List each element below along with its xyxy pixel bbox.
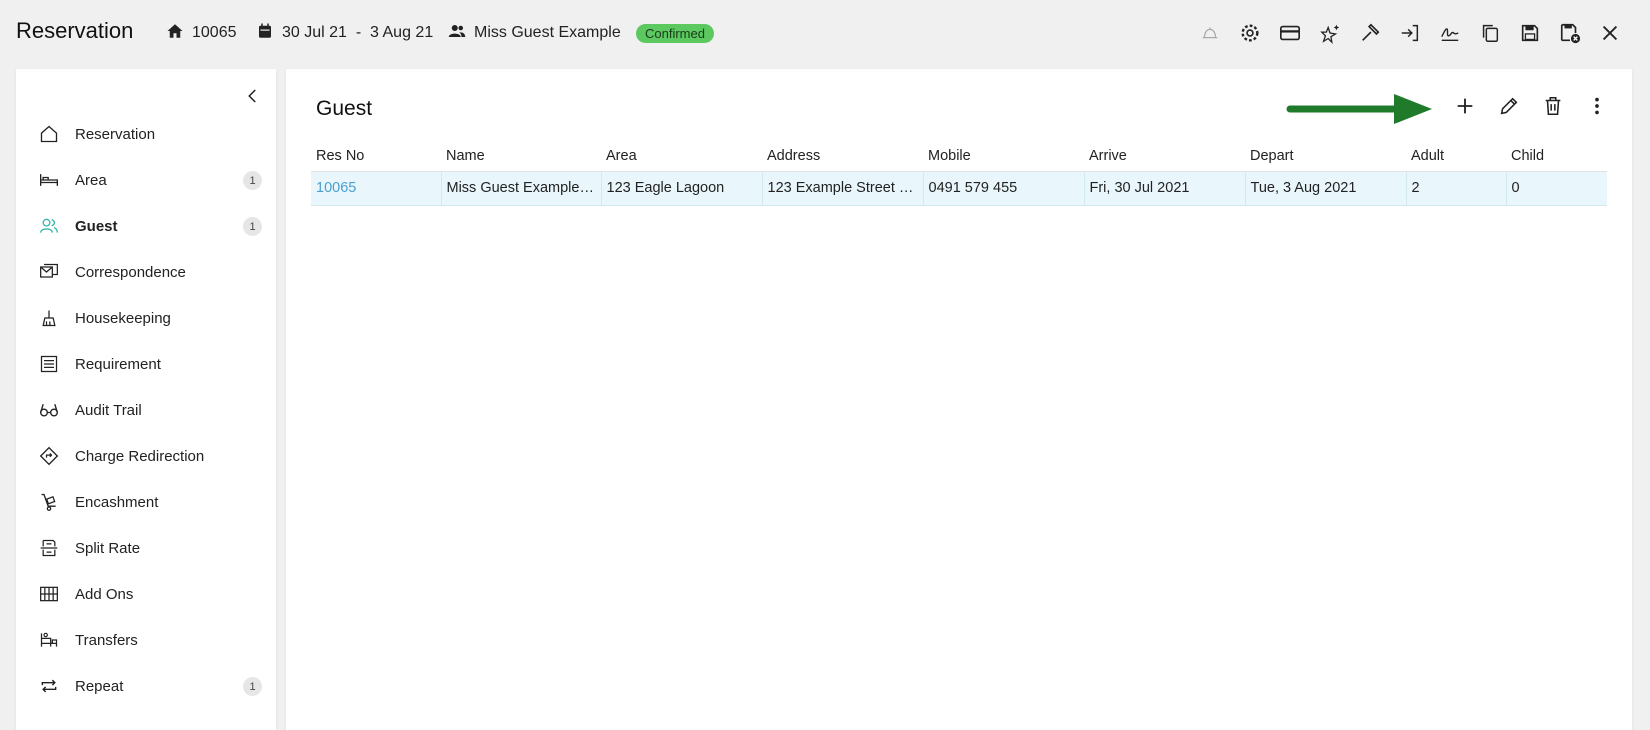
- sidebar-item-label: Split Rate: [75, 539, 141, 557]
- sidebar-item-guest[interactable]: Guest 1: [16, 203, 276, 249]
- reservation-dates: 30 Jul 21 - 3 Aug 21: [256, 22, 433, 44]
- sidebar-item-housekeeping[interactable]: Housekeeping: [16, 295, 276, 341]
- add-icon[interactable]: [1452, 93, 1478, 119]
- sidebar-item-requirement[interactable]: Requirement: [16, 341, 276, 387]
- top-bar: Reservation 10065 30 Jul 21 - 3 Aug 21 M…: [0, 0, 1650, 66]
- guest-panel: Guest Res No Name Area Address Mobile Ar…: [286, 69, 1632, 730]
- sidebar-item-label: Guest: [75, 217, 118, 235]
- edit-pencil-icon[interactable]: [1496, 93, 1522, 119]
- dates-value: 30 Jul 21 - 3 Aug 21: [282, 24, 434, 41]
- column-header[interactable]: Depart: [1245, 141, 1406, 172]
- table-cell: Tue, 3 Aug 2021: [1245, 171, 1407, 206]
- delete-trash-icon[interactable]: [1540, 93, 1566, 119]
- column-header[interactable]: Arrive: [1084, 141, 1245, 172]
- home-icon: [38, 123, 60, 145]
- sidebar-item-add-ons[interactable]: Add Ons: [16, 571, 276, 617]
- status-badge: Confirmed: [636, 24, 714, 43]
- guests-icon: [38, 215, 60, 237]
- page-title: Reservation: [16, 18, 134, 43]
- guest-table: Res No Name Area Address Mobile Arrive D…: [311, 141, 1607, 206]
- table-cell: 0491 579 455: [923, 171, 1085, 206]
- table-cell: 123 Eagle Lagoon: [601, 171, 763, 206]
- redirect-icon: [38, 445, 60, 467]
- table-cell: 2: [1406, 171, 1507, 206]
- column-header[interactable]: Mobile: [923, 141, 1084, 172]
- signature-icon[interactable]: [1436, 19, 1464, 47]
- more-options-icon[interactable]: [1584, 93, 1610, 119]
- guest-name-value: Miss Guest Example: [474, 24, 621, 41]
- sidebar-item-area[interactable]: Area 1: [16, 157, 276, 203]
- column-header[interactable]: Res No: [311, 141, 441, 172]
- calendar-icon: [256, 22, 274, 45]
- check-in-icon[interactable]: [1396, 19, 1424, 47]
- sidebar-item-label: Add Ons: [75, 585, 134, 603]
- settings-icon[interactable]: [1236, 19, 1264, 47]
- sidebar-item-label: Area: [75, 171, 107, 189]
- column-header[interactable]: Name: [441, 141, 601, 172]
- credit-card-icon[interactable]: [1276, 19, 1304, 47]
- sidebar-item-label: Housekeeping: [75, 309, 171, 327]
- column-header[interactable]: Address: [762, 141, 923, 172]
- annotation-arrow-icon: [1286, 94, 1432, 124]
- sidebar-item-label: Requirement: [75, 355, 161, 373]
- grid-icon: [38, 583, 60, 605]
- table-cell: Miss Guest Example (...: [441, 171, 602, 206]
- header-toolbar: [1196, 20, 1624, 46]
- sidebar-item-encashment[interactable]: Encashment: [16, 479, 276, 525]
- table-cell: 123 Example Street E...: [762, 171, 924, 206]
- table-header-row: Res No Name Area Address Mobile Arrive D…: [311, 141, 1607, 172]
- sidebar-item-repeat[interactable]: Repeat 1: [16, 663, 276, 709]
- sidebar-item-label: Repeat: [75, 677, 124, 695]
- sidebar-item-transfers[interactable]: Transfers: [16, 617, 276, 663]
- res-no-link[interactable]: 10065: [311, 171, 442, 206]
- requirement-icon: [38, 353, 60, 375]
- sidebar-item-charge-redirection[interactable]: Charge Redirection: [16, 433, 276, 479]
- hammer-icon[interactable]: [1356, 19, 1384, 47]
- sidebar-item-label: Charge Redirection: [75, 447, 205, 465]
- transfers-icon: [38, 629, 60, 651]
- count-badge: 1: [243, 677, 262, 696]
- res-no-value: 10065: [192, 24, 237, 41]
- sparkle-star-icon[interactable]: [1316, 19, 1344, 47]
- table-cell: Fri, 30 Jul 2021: [1084, 171, 1246, 206]
- sidebar-item-label: Audit Trail: [75, 401, 142, 419]
- count-badge: 1: [243, 217, 262, 236]
- sidebar-item-reservation[interactable]: Reservation: [16, 111, 276, 157]
- column-header[interactable]: Child: [1506, 141, 1607, 172]
- glasses-icon: [38, 399, 60, 421]
- sidebar: Reservation Area 1 Guest 1 Correspondenc…: [16, 69, 276, 730]
- bell-icon[interactable]: [1196, 19, 1224, 47]
- count-badge: 1: [243, 171, 262, 190]
- copy-icon[interactable]: [1476, 19, 1504, 47]
- save-close-icon[interactable]: [1556, 19, 1584, 47]
- column-header[interactable]: Adult: [1406, 141, 1506, 172]
- sidebar-item-label: Correspondence: [75, 263, 186, 281]
- split-rate-icon: [38, 537, 60, 559]
- panel-actions: [1452, 93, 1610, 119]
- table-cell: 0: [1506, 171, 1607, 206]
- home-icon: [166, 22, 184, 45]
- sidebar-item-label: Encashment: [75, 493, 159, 511]
- chevron-left-icon[interactable]: [242, 85, 264, 107]
- sidebar-item-label: Reservation: [75, 125, 156, 143]
- housekeeping-icon: [38, 307, 60, 329]
- sidebar-item-audit-trail[interactable]: Audit Trail: [16, 387, 276, 433]
- sidebar-item-correspondence[interactable]: Correspondence: [16, 249, 276, 295]
- close-icon[interactable]: [1596, 19, 1624, 47]
- repeat-icon: [38, 675, 60, 697]
- correspondence-icon: [38, 261, 60, 283]
- save-icon[interactable]: [1516, 19, 1544, 47]
- panel-title: Guest: [316, 97, 373, 120]
- guests-icon: [448, 22, 466, 45]
- sidebar-item-split-rate[interactable]: Split Rate: [16, 525, 276, 571]
- trolley-icon: [38, 491, 60, 513]
- table-row[interactable]: 10065 Miss Guest Example (... 123 Eagle …: [311, 171, 1607, 206]
- sidebar-nav: Reservation Area 1 Guest 1 Correspondenc…: [16, 111, 276, 709]
- guest-name-header: Miss Guest Example: [448, 22, 621, 44]
- column-header[interactable]: Area: [601, 141, 762, 172]
- bed-icon: [38, 169, 60, 191]
- reservation-number: 10065: [166, 22, 237, 44]
- sidebar-item-label: Transfers: [75, 631, 138, 649]
